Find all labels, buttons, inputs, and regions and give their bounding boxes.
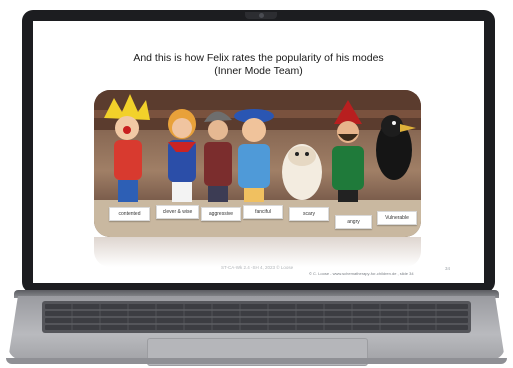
puppet-egg-scary [282,144,322,200]
label-angry: angry [335,215,372,229]
label-scary: scary [289,207,329,221]
label-vulnerable: Vulnerable [377,211,417,225]
photo-reflection [94,237,421,267]
slide-copyright: © C. Loose - www.schematherapy-for-child… [309,271,414,276]
slide-footer: ST-CA-Wk 2.4 -SH 4, 2023 © Loose [221,265,294,270]
label-contented: contented [109,207,150,221]
puppet-clever [168,109,196,202]
presentation-slide: And this is how Felix rates the populari… [33,21,484,283]
label-clever-wise: clever & wise [156,205,199,219]
slide-subtitle: (Inner Mode Team) [214,65,303,77]
label-fanciful: fanciful [243,205,283,219]
webcam-icon [259,13,264,18]
keyboard-keys-icon [45,304,468,330]
slide-title: And this is how Felix rates the populari… [133,52,384,64]
puppet-jester [104,94,150,202]
slide-page-number: 34 [445,266,451,271]
label-aggressive: aggressive [201,207,241,221]
keyboard[interactable] [42,301,471,333]
laptop-bottom-edge [6,358,507,364]
